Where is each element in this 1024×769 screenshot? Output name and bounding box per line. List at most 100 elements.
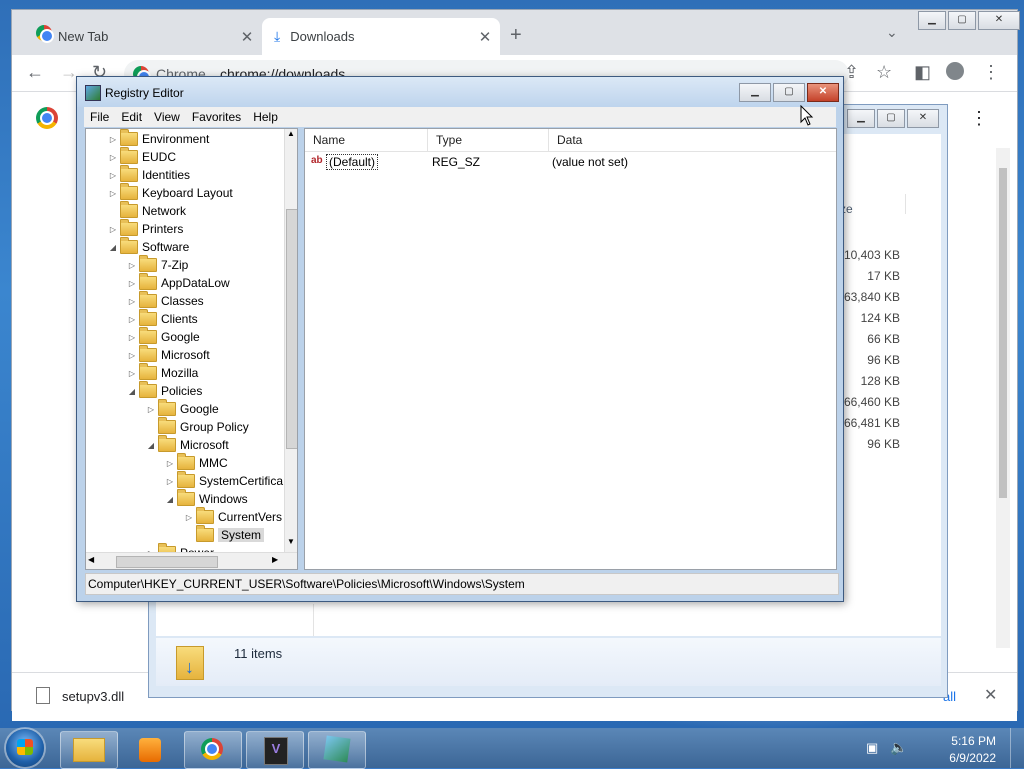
column-type[interactable]: Type (428, 129, 549, 151)
expand-arrow-icon[interactable]: ▷ (127, 369, 137, 378)
close-tab-icon[interactable]: ✕ (238, 28, 256, 46)
tree-node[interactable]: Group Policy (146, 417, 249, 436)
scroll-down-icon[interactable]: ▼ (285, 537, 297, 551)
tree-node[interactable]: System (184, 525, 265, 544)
tree-node-label: Environment (142, 132, 210, 146)
expand-arrow-icon[interactable]: ▷ (108, 153, 118, 162)
column-data[interactable]: Data (549, 129, 835, 151)
scroll-up-icon[interactable]: ▲ (285, 129, 297, 143)
expand-arrow-icon[interactable]: ▷ (108, 171, 118, 180)
expand-arrow-icon[interactable]: ▷ (127, 297, 137, 306)
tree-node[interactable]: ▷ Classes (127, 291, 204, 310)
download-file-name[interactable]: setupv3.dll (62, 689, 124, 704)
tree-scrollbar-thumb[interactable] (286, 209, 297, 449)
value-name[interactable]: (Default) (326, 154, 379, 170)
scroll-left-icon[interactable]: ◀ (88, 555, 94, 564)
expand-arrow-icon[interactable]: ▷ (127, 315, 137, 324)
expand-arrow-icon[interactable]: ▷ (108, 189, 118, 198)
taskbar-chrome[interactable] (184, 731, 242, 769)
expand-arrow-icon[interactable]: ▷ (108, 135, 118, 144)
maximize-button[interactable]: ▢ (877, 109, 905, 128)
taskbar-regedit[interactable] (308, 731, 366, 769)
clock-date[interactable]: 6/9/2022 (936, 751, 996, 765)
maximize-button[interactable]: ▢ (948, 11, 976, 30)
back-icon[interactable]: ← (26, 62, 44, 83)
value-row[interactable]: ab (Default) REG_SZ (value not set) (305, 153, 836, 173)
tree-node[interactable]: ▷ EUDC (108, 147, 176, 166)
tree-node[interactable]: ▷ Printers (108, 219, 183, 238)
close-shelf-icon[interactable]: ✕ (984, 685, 997, 705)
tree-node[interactable]: ▷ MMC (165, 453, 228, 472)
side-panel-icon[interactable]: ◧ (914, 62, 931, 83)
tab-search-icon[interactable]: ⌄ (886, 24, 898, 41)
tree-node[interactable]: ▷ SystemCertifica (165, 471, 283, 490)
tree-node[interactable]: ◢ Windows (165, 489, 248, 508)
tree-node[interactable]: Network (108, 201, 186, 220)
column-name[interactable]: Name (305, 129, 428, 151)
minimize-button[interactable]: ▁ (918, 11, 946, 30)
menu-file[interactable]: File (84, 110, 115, 124)
tree-node[interactable]: ◢ Software (108, 237, 189, 256)
tree-node[interactable]: ▷ AppDataLow (127, 273, 230, 292)
new-tab-button[interactable]: + (510, 24, 522, 47)
tree-node[interactable]: ◢ Policies (127, 381, 202, 400)
share-icon[interactable]: ⇪ (844, 62, 859, 83)
maximize-button[interactable]: ▢ (773, 83, 805, 102)
show-desktop-button[interactable] (1010, 728, 1024, 768)
collapse-arrow-icon[interactable]: ◢ (127, 387, 137, 396)
expand-arrow-icon[interactable]: ▷ (146, 405, 156, 414)
tree-node[interactable]: ▷ Keyboard Layout (108, 183, 233, 202)
close-button[interactable]: ✕ (978, 11, 1020, 30)
expand-arrow-icon[interactable]: ▷ (127, 351, 137, 360)
tree-hscroll-thumb[interactable] (116, 556, 218, 568)
collapse-arrow-icon[interactable]: ◢ (165, 495, 175, 504)
chrome-menu-icon[interactable]: ⋮ (982, 62, 1000, 83)
expand-arrow-icon[interactable]: ▷ (184, 513, 194, 522)
expand-arrow-icon[interactable]: ▷ (127, 333, 137, 342)
menu-edit[interactable]: Edit (115, 110, 148, 124)
tree-node[interactable]: ◢ Microsoft (146, 435, 229, 454)
menu-favorites[interactable]: Favorites (186, 110, 247, 124)
clock-time[interactable]: 5:16 PM (936, 734, 996, 748)
tree-node[interactable]: ▷ Google (127, 327, 200, 346)
tree-node[interactable]: ▷ Microsoft (127, 345, 210, 364)
tree-node[interactable]: ▷ Environment (108, 129, 210, 148)
volume-icon[interactable]: 🔈 (890, 739, 907, 756)
minimize-button[interactable]: ▁ (847, 109, 875, 128)
expand-arrow-icon[interactable]: ▷ (165, 477, 175, 486)
minimize-button[interactable]: ▁ (739, 83, 771, 102)
scroll-right-icon[interactable]: ▶ (272, 555, 278, 564)
taskbar-media-player[interactable] (122, 731, 180, 769)
collapse-arrow-icon[interactable]: ◢ (108, 243, 118, 252)
close-tab-icon[interactable]: ✕ (476, 28, 494, 46)
menu-help[interactable]: Help (247, 110, 284, 124)
tree-node[interactable]: ▷ Mozilla (127, 363, 198, 382)
tree-node[interactable]: ▷ Google (146, 399, 219, 418)
tab-downloads[interactable]: ⤓ Downloads ✕ (262, 18, 500, 55)
network-icon[interactable]: ▣ (866, 740, 878, 756)
expand-arrow-icon[interactable]: ▷ (127, 279, 137, 288)
expand-arrow-icon[interactable]: ▷ (127, 261, 137, 270)
tree-node[interactable]: ▷ 7-Zip (127, 255, 188, 274)
close-button[interactable]: ✕ (807, 83, 839, 102)
tab-new-tab[interactable]: New Tab ✕ (22, 18, 262, 55)
page-scrollbar[interactable] (996, 148, 1010, 648)
tree-horizontal-scrollbar[interactable]: ◀ ▶ (86, 552, 297, 569)
tree-node[interactable]: ▷ CurrentVers (184, 507, 282, 526)
close-button[interactable]: ✕ (907, 109, 939, 128)
regedit-titlebar[interactable]: Registry Editor ▁ ▢ ✕ (77, 77, 843, 107)
taskbar-explorer[interactable] (60, 731, 118, 769)
tree-node[interactable]: ▷ Clients (127, 309, 198, 328)
expand-arrow-icon[interactable]: ▷ (108, 225, 118, 234)
downloads-more-icon[interactable]: ⋮ (970, 108, 988, 129)
profile-avatar-icon[interactable] (946, 62, 964, 80)
collapse-arrow-icon[interactable]: ◢ (146, 441, 156, 450)
bookmark-star-icon[interactable]: ☆ (876, 62, 892, 83)
expand-arrow-icon[interactable]: ▷ (165, 459, 175, 468)
tree-vertical-scrollbar[interactable]: ▲ ▼ (284, 129, 297, 552)
page-scrollbar-thumb[interactable] (999, 168, 1007, 498)
menu-view[interactable]: View (148, 110, 186, 124)
tree-node[interactable]: ▷ Identities (108, 165, 190, 184)
taskbar-visual-studio[interactable]: V (246, 731, 304, 769)
start-button[interactable] (6, 729, 44, 767)
